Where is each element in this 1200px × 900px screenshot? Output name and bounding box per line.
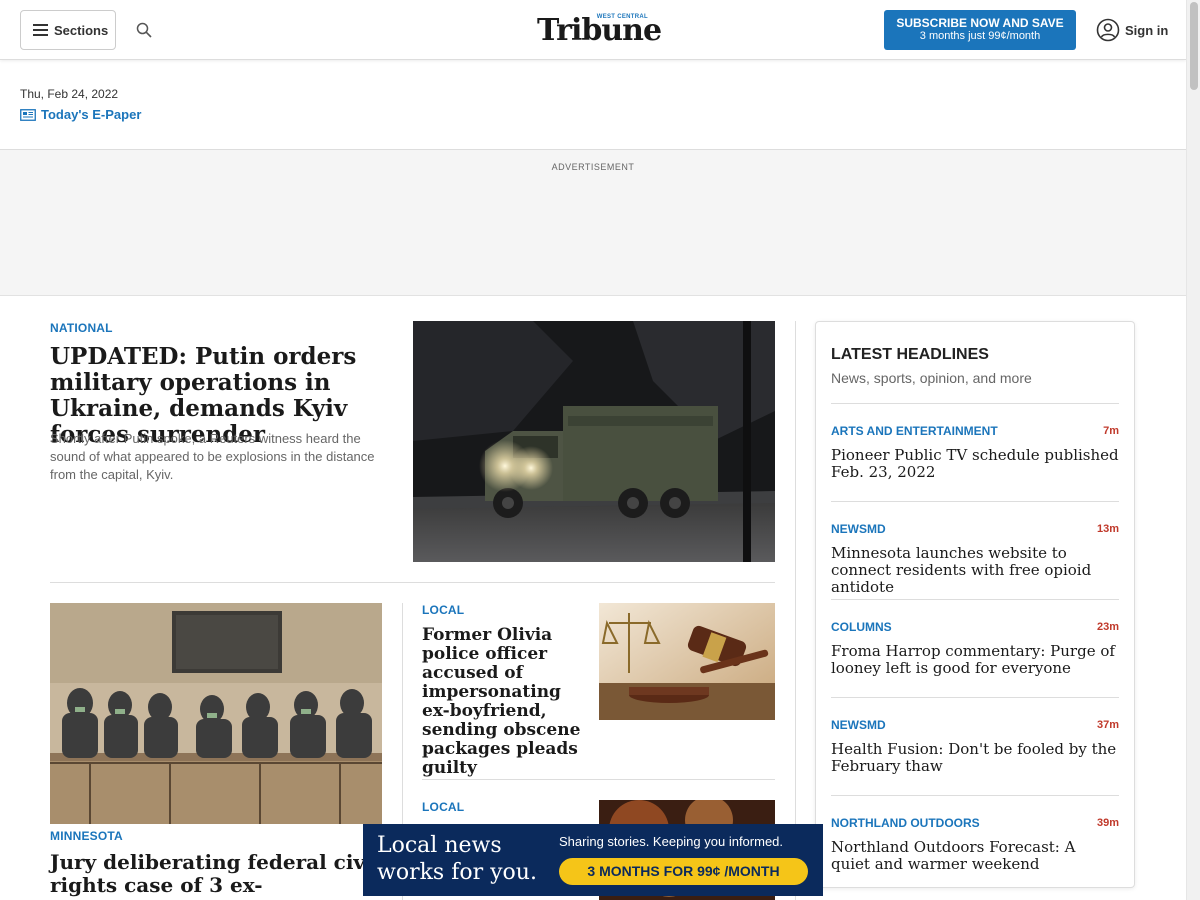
epaper-link[interactable]: Today's E-Paper (20, 107, 141, 122)
sections-label: Sections (54, 22, 109, 38)
panel-title: LATEST HEADLINES (831, 346, 989, 363)
hamburger-icon (33, 24, 48, 36)
local-story-kicker[interactable]: LOCAL (422, 800, 464, 814)
subscribe-headline: SUBSCRIBE NOW AND SAVE (896, 16, 1064, 30)
headline-item[interactable]: COLUMNS 23m Froma Harrop commentary: Pur… (831, 599, 1119, 697)
headline-timestamp: 23m (1096, 621, 1119, 633)
ad-headline-line: Local news (377, 833, 502, 858)
headline-link[interactable]: Northland Outdoors Forecast: A quiet and… (831, 839, 1119, 873)
sign-in-link[interactable]: Sign in (1096, 18, 1168, 42)
subscribe-offer: 3 months just 99¢/month (919, 30, 1041, 42)
sign-in-label: Sign in (1125, 22, 1169, 38)
lead-story-kicker[interactable]: NATIONAL (50, 321, 113, 335)
subscribe-button[interactable]: SUBSCRIBE NOW AND SAVE 3 months just 99¢… (884, 10, 1076, 50)
logo-wordmark: Tribune (537, 13, 662, 48)
ad-headline-line: works for you. (377, 860, 537, 885)
column-divider (795, 321, 796, 900)
subscription-banner-ad[interactable]: Local news works for you. Sharing storie… (363, 824, 823, 896)
headline-link[interactable]: Froma Harrop commentary: Purge of looney… (831, 643, 1119, 677)
ad-offer-button[interactable]: 3 MONTHS FOR 99¢ /MONTH (559, 858, 808, 885)
local-story-title[interactable]: Former Olivia police officer accused of … (422, 626, 587, 778)
lead-story-image[interactable] (413, 321, 775, 562)
headline-category[interactable]: COLUMNS (831, 620, 892, 634)
headline-category[interactable]: NORTHLAND OUTDOORS (831, 816, 980, 830)
advertisement-label: ADVERTISEMENT (551, 162, 635, 172)
headline-timestamp: 7m (1103, 425, 1119, 437)
lead-story-summary: Shortly after Putin spoke, a Reuters wit… (50, 431, 375, 482)
secondary-story-image[interactable] (50, 603, 382, 824)
ad-tagline: Sharing stories. Keeping you informed. (559, 834, 784, 849)
date-bar: Thu, Feb 24, 2022 Today's E-Paper (0, 60, 1186, 150)
headline-link[interactable]: Health Fusion: Don't be fooled by the Fe… (831, 741, 1119, 775)
panel-subtitle: News, sports, opinion, and more (831, 370, 1032, 386)
current-date: Thu, Feb 24, 2022 (20, 87, 119, 101)
headline-timestamp: 39m (1096, 817, 1119, 829)
secondary-story-kicker[interactable]: MINNESOTA (50, 829, 123, 843)
gavel-story-image[interactable] (599, 603, 775, 720)
headline-timestamp: 13m (1096, 523, 1119, 535)
epaper-label: Today's E-Paper (41, 107, 142, 122)
headline-item[interactable]: ARTS AND ENTERTAINMENT 7m Pioneer Public… (831, 403, 1119, 501)
newspaper-icon (20, 108, 36, 121)
headline-category[interactable]: NEWSMD (831, 718, 886, 732)
site-logo[interactable]: WEST CENTRAL Tribune (537, 10, 662, 50)
advertisement-slot: ADVERTISEMENT (0, 150, 1186, 296)
headline-link[interactable]: Minnesota launches website to connect re… (831, 545, 1119, 596)
headline-item[interactable]: NORTHLAND OUTDOORS 39m Northland Outdoor… (831, 795, 1119, 887)
user-account-icon (1096, 18, 1120, 42)
headline-item[interactable]: NEWSMD 13m Minnesota launches website to… (831, 501, 1119, 599)
scrollbar-thumb[interactable] (1190, 2, 1198, 90)
page-scrollbar[interactable] (1186, 0, 1200, 900)
section-divider (50, 582, 775, 583)
headline-category[interactable]: NEWSMD (831, 522, 886, 536)
headline-timestamp: 37m (1096, 719, 1119, 731)
secondary-story-title[interactable]: Jury deliberating federal civil rights c… (50, 851, 390, 900)
headline-item[interactable]: NEWSMD 37m Health Fusion: Don't be foole… (831, 697, 1119, 795)
headline-category[interactable]: ARTS AND ENTERTAINMENT (831, 424, 998, 438)
ad-headline: Local news works for you. (377, 832, 537, 886)
search-icon[interactable] (136, 22, 152, 38)
local-story-kicker[interactable]: LOCAL (422, 603, 464, 617)
latest-headlines-panel: LATEST HEADLINES News, sports, opinion, … (815, 321, 1135, 888)
site-header: Sections WEST CENTRAL Tribune SUBSCRIBE … (0, 0, 1186, 60)
sections-menu-button[interactable]: Sections (20, 10, 116, 50)
headline-link[interactable]: Pioneer Public TV schedule published Feb… (831, 447, 1119, 481)
story-divider (422, 779, 775, 780)
